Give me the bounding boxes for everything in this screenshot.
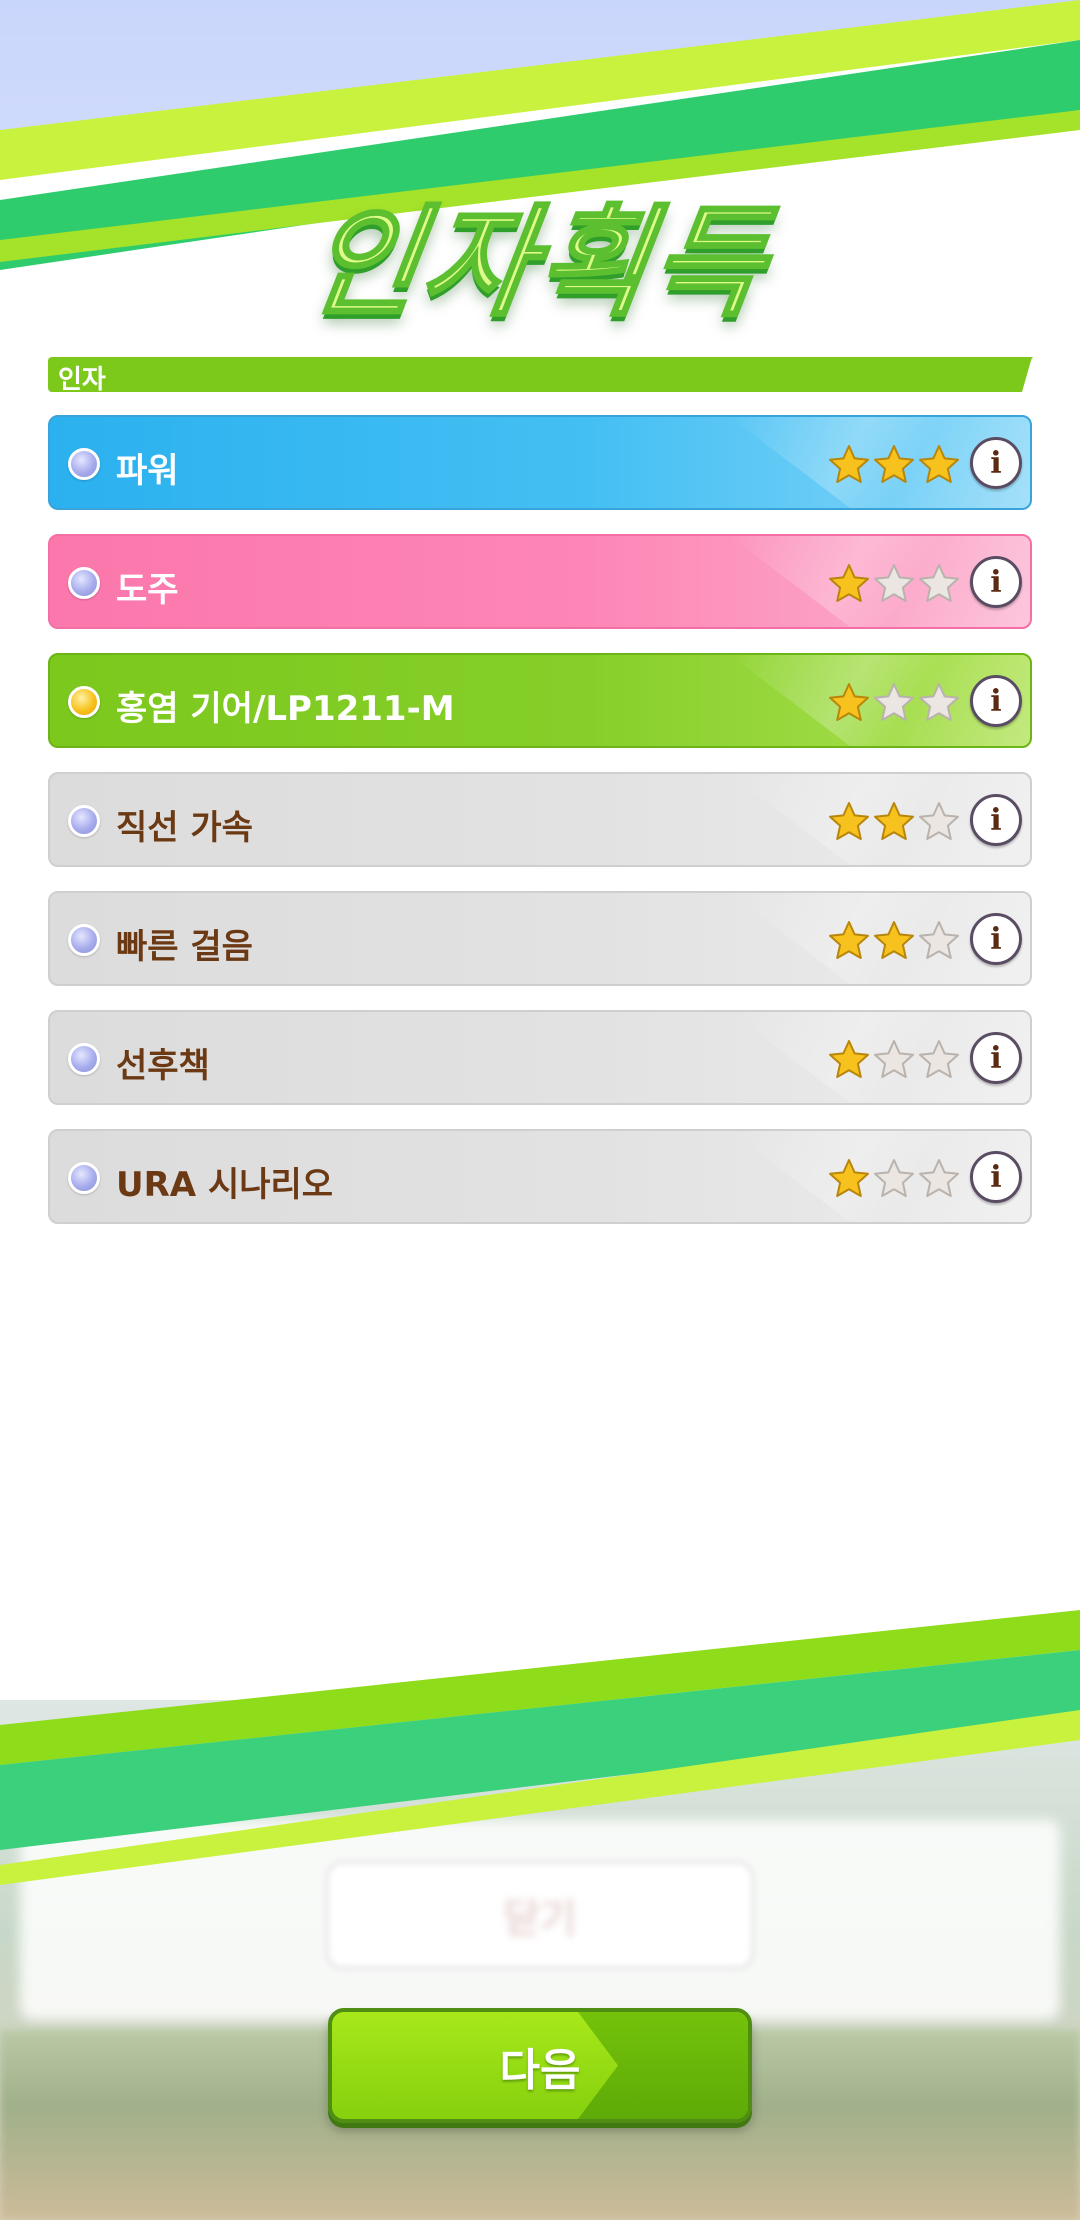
- star-filled-icon: [919, 445, 959, 483]
- blue-orb-icon: [68, 448, 100, 480]
- next-button-label: 다음: [499, 2044, 581, 2096]
- star-filled-icon: [829, 564, 869, 602]
- info-icon[interactable]: i: [970, 1151, 1022, 1203]
- star-filled-icon: [874, 802, 914, 840]
- star-empty-icon: [874, 564, 914, 602]
- star-rating: [827, 443, 961, 487]
- info-icon[interactable]: i: [970, 675, 1022, 727]
- factor-name: 빠른 걸음: [116, 927, 253, 967]
- star-empty-icon: [919, 683, 959, 721]
- page-title: 인자획득: [298, 193, 778, 335]
- blue-orb-icon: [68, 1043, 100, 1075]
- star-filled-icon: [829, 683, 869, 721]
- star-empty-icon: [874, 1159, 914, 1197]
- factor-name: URA 시나리오: [116, 1165, 334, 1205]
- star-rating: [827, 681, 961, 725]
- factor-name: 홍염 기어/LP1211-M: [116, 689, 455, 729]
- factor-row[interactable]: 빠른 걸음 i: [48, 891, 1032, 986]
- star-empty-icon: [874, 683, 914, 721]
- factor-row[interactable]: 직선 가속 i: [48, 772, 1032, 867]
- star-filled-icon: [829, 921, 869, 959]
- factor-name: 선후책: [116, 1046, 210, 1086]
- blue-orb-icon: [68, 1162, 100, 1194]
- star-rating: [827, 1157, 961, 1201]
- blue-orb-icon: [68, 924, 100, 956]
- star-empty-icon: [919, 1040, 959, 1078]
- star-filled-icon: [874, 445, 914, 483]
- factor-row[interactable]: URA 시나리오 i: [48, 1129, 1032, 1224]
- star-rating: [827, 1038, 961, 1082]
- star-rating: [827, 562, 961, 606]
- star-filled-icon: [829, 1159, 869, 1197]
- factor-name: 도주: [116, 570, 179, 610]
- info-icon[interactable]: i: [970, 1032, 1022, 1084]
- section-header: 인자: [48, 357, 1033, 392]
- bottom-decor-stripes: [0, 1610, 1080, 1885]
- star-empty-icon: [874, 1040, 914, 1078]
- star-empty-icon: [919, 1159, 959, 1197]
- star-empty-icon: [919, 564, 959, 602]
- star-filled-icon: [829, 445, 869, 483]
- star-empty-icon: [919, 802, 959, 840]
- section-slash-decor: [1006, 357, 1032, 392]
- factor-list: 파워 i 도주 i 홍염 기어/LP1211-M i 직선 가속 i 빠른 걸음 i 선후책 i URA…: [48, 415, 1032, 1248]
- star-filled-icon: [829, 802, 869, 840]
- factor-row[interactable]: 선후책 i: [48, 1010, 1032, 1105]
- star-rating: [827, 800, 961, 844]
- factor-row[interactable]: 파워 i: [48, 415, 1032, 510]
- factor-name: 직선 가속: [116, 808, 253, 848]
- next-button[interactable]: 다음: [328, 2008, 752, 2123]
- star-filled-icon: [829, 1040, 869, 1078]
- factor-row[interactable]: 도주 i: [48, 534, 1032, 629]
- star-rating: [827, 919, 961, 963]
- star-empty-icon: [919, 921, 959, 959]
- info-icon[interactable]: i: [970, 794, 1022, 846]
- section-label: 인자: [58, 365, 106, 395]
- info-icon[interactable]: i: [970, 913, 1022, 965]
- star-filled-icon: [874, 921, 914, 959]
- blue-orb-icon: [68, 567, 100, 599]
- factor-row[interactable]: 홍염 기어/LP1211-M i: [48, 653, 1032, 748]
- info-icon[interactable]: i: [970, 437, 1022, 489]
- info-icon[interactable]: i: [970, 556, 1022, 608]
- factor-name: 파워: [116, 451, 179, 491]
- gold-orb-icon: [68, 686, 100, 718]
- blue-orb-icon: [68, 805, 100, 837]
